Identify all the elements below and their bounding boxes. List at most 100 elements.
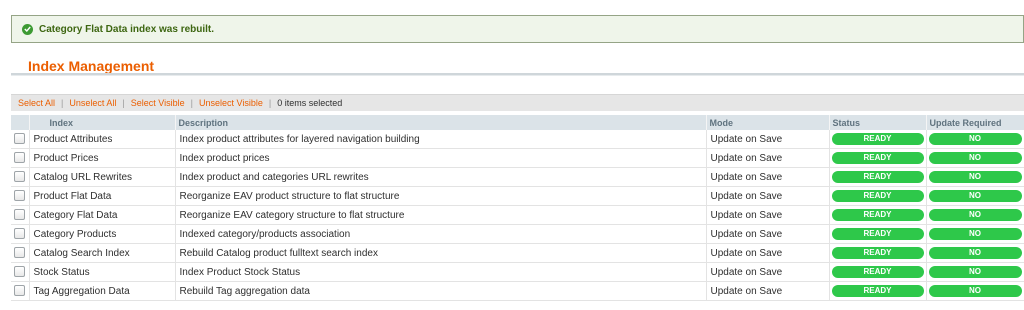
index-description: Rebuild Catalog product fulltext search … <box>175 243 707 263</box>
column-header-update-required[interactable]: Update Required <box>926 115 1024 130</box>
row-checkbox[interactable] <box>14 171 26 183</box>
status-badge: READY <box>831 171 924 183</box>
update-required-cell: NO <box>926 130 1024 149</box>
update-required-badge: NO <box>928 152 1022 164</box>
index-mode: Update on Save <box>706 281 830 301</box>
row-checkbox[interactable] <box>14 266 26 278</box>
index-name: Product Prices <box>29 148 176 168</box>
update-required-badge: NO <box>928 133 1022 145</box>
status-badge: READY <box>831 152 924 164</box>
toolbar-separator: | <box>190 98 193 108</box>
index-description: Rebuild Tag aggregation data <box>175 281 707 301</box>
row-checkbox[interactable] <box>14 228 26 240</box>
status-badge: READY <box>831 209 924 221</box>
status-cell: READY <box>829 243 927 263</box>
select-all-link[interactable]: Select All <box>18 98 55 108</box>
row-checkbox[interactable] <box>14 209 26 221</box>
index-name: Catalog URL Rewrites <box>29 167 176 187</box>
table-row[interactable]: Category Products Indexed category/produc… <box>11 224 1024 244</box>
unselect-visible-link[interactable]: Unselect Visible <box>199 98 263 108</box>
column-header-mode[interactable]: Mode <box>706 115 830 130</box>
row-checkbox[interactable] <box>14 190 26 202</box>
row-select-cell <box>11 186 30 206</box>
row-select-cell <box>11 130 30 149</box>
update-required-cell: NO <box>926 281 1024 301</box>
items-selected-count: 0 items selected <box>277 98 343 108</box>
index-grid: Index Description Mode Status Update Req… <box>11 115 1024 301</box>
column-header-description[interactable]: Description <box>175 115 707 130</box>
update-required-badge: NO <box>928 190 1022 202</box>
index-description: Reorganize EAV product structure to flat… <box>175 186 707 206</box>
index-mode: Update on Save <box>706 130 830 149</box>
index-name: Product Flat Data <box>29 186 176 206</box>
row-select-cell <box>11 148 30 168</box>
index-description: Index Product Stock Status <box>175 262 707 282</box>
grid-header-row: Index Description Mode Status Update Req… <box>11 115 1024 130</box>
row-checkbox[interactable] <box>14 152 26 164</box>
update-required-badge: NO <box>928 209 1022 221</box>
index-name: Product Attributes <box>29 130 176 149</box>
status-badge: READY <box>831 266 924 278</box>
table-row[interactable]: Product Prices Index product prices Update… <box>11 148 1024 168</box>
index-mode: Update on Save <box>706 148 830 168</box>
index-mode: Update on Save <box>706 262 830 282</box>
status-badge: READY <box>831 133 924 145</box>
update-required-cell: NO <box>926 262 1024 282</box>
table-row[interactable]: Catalog Search Index Rebuild Catalog prod… <box>11 243 1024 263</box>
index-mode: Update on Save <box>706 205 830 225</box>
status-badge: READY <box>831 190 924 202</box>
table-row[interactable]: Stock Status Index Product Stock Status Up… <box>11 262 1024 282</box>
table-row[interactable]: Category Flat Data Reorganize EAV categor… <box>11 205 1024 225</box>
unselect-all-link[interactable]: Unselect All <box>69 98 116 108</box>
status-cell: READY <box>829 130 927 149</box>
success-message-text: Category Flat Data index was rebuilt. <box>39 23 215 35</box>
status-cell: READY <box>829 148 927 168</box>
index-description: Indexed category/products association <box>175 224 707 244</box>
update-required-cell: NO <box>926 167 1024 187</box>
index-description: Index product and categories URL rewrite… <box>175 167 707 187</box>
index-name: Tag Aggregation Data <box>29 281 176 301</box>
row-checkbox[interactable] <box>14 247 26 259</box>
success-message: Category Flat Data index was rebuilt. <box>11 15 1024 43</box>
update-required-cell: NO <box>926 148 1024 168</box>
table-row[interactable]: Tag Aggregation Data Rebuild Tag aggregat… <box>11 281 1024 301</box>
update-required-cell: NO <box>926 186 1024 206</box>
row-select-cell <box>11 167 30 187</box>
table-row[interactable]: Product Attributes Index product attribut… <box>11 130 1024 149</box>
table-row[interactable]: Catalog URL Rewrites Index product and ca… <box>11 167 1024 187</box>
update-required-cell: NO <box>926 243 1024 263</box>
index-name: Category Products <box>29 224 176 244</box>
toolbar-separator: | <box>268 98 272 108</box>
index-name: Catalog Search Index <box>29 243 176 263</box>
toolbar-separator: | <box>61 98 64 108</box>
index-mode: Update on Save <box>706 186 830 206</box>
status-badge: READY <box>831 247 924 259</box>
update-required-badge: NO <box>928 285 1022 297</box>
select-visible-link[interactable]: Select Visible <box>131 98 185 108</box>
update-required-cell: NO <box>926 205 1024 225</box>
row-select-cell <box>11 224 30 244</box>
index-description: Index product attributes for layered nav… <box>175 130 707 149</box>
index-mode: Update on Save <box>706 224 830 244</box>
index-mode: Update on Save <box>706 167 830 187</box>
status-cell: READY <box>829 281 927 301</box>
row-checkbox[interactable] <box>14 285 26 297</box>
status-cell: READY <box>829 205 927 225</box>
page-title: Index Management <box>28 58 155 74</box>
column-header-index[interactable]: Index <box>29 115 176 130</box>
update-required-cell: NO <box>926 224 1024 244</box>
row-select-cell <box>11 262 30 282</box>
update-required-badge: NO <box>928 247 1022 259</box>
row-select-cell <box>11 281 30 301</box>
column-header-select <box>11 115 30 130</box>
massaction-toolbar: Select All | Unselect All | Select Visib… <box>11 94 1024 111</box>
update-required-badge: NO <box>928 171 1022 183</box>
status-badge: READY <box>831 285 924 297</box>
index-description: Reorganize EAV category structure to fla… <box>175 205 707 225</box>
table-row[interactable]: Product Flat Data Reorganize EAV product … <box>11 186 1024 206</box>
column-header-status[interactable]: Status <box>829 115 927 130</box>
row-checkbox[interactable] <box>14 133 26 145</box>
status-cell: READY <box>829 224 927 244</box>
row-select-cell <box>11 243 30 263</box>
status-badge: READY <box>831 228 924 240</box>
